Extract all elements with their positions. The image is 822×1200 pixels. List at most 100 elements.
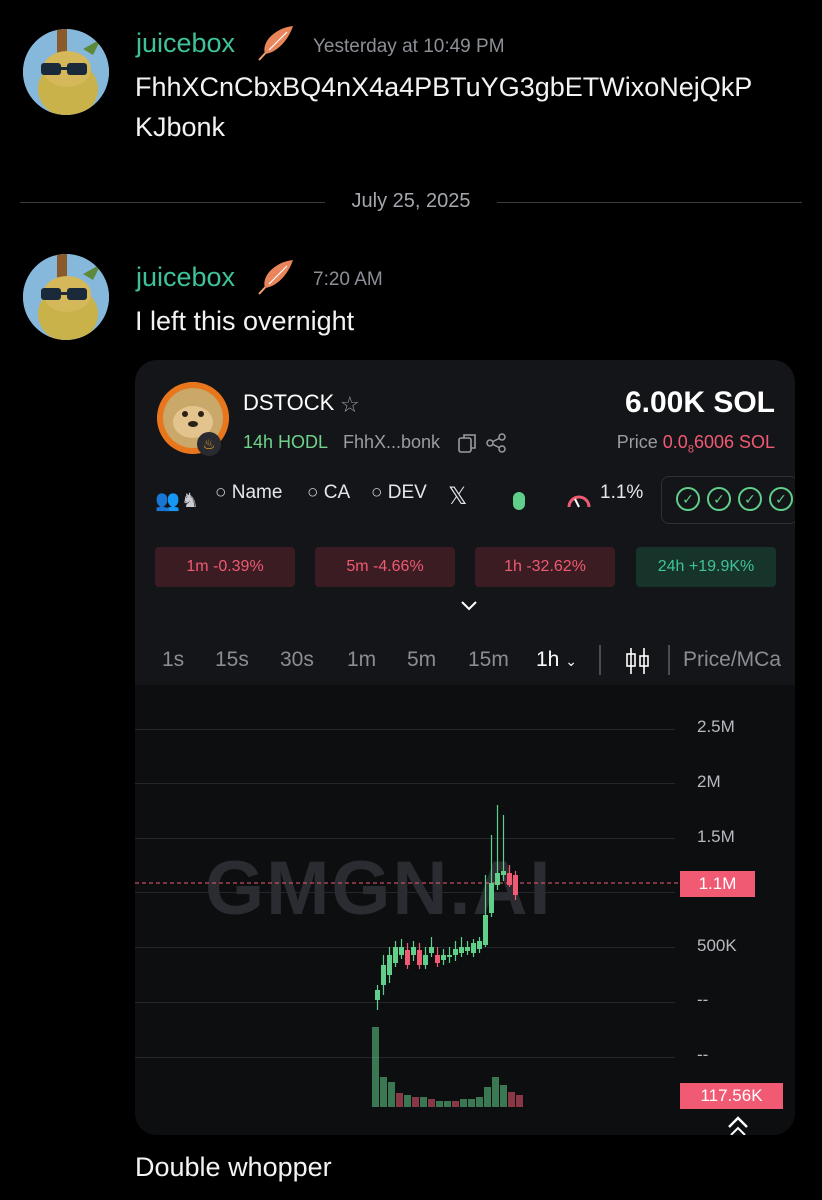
candle — [447, 955, 452, 957]
change-1m[interactable]: 1m -0.39% — [155, 547, 295, 587]
chevron-down-icon: ⌄ — [565, 653, 577, 669]
price-mcap-toggle[interactable]: Price/MCa — [683, 648, 781, 672]
username[interactable]: juicebox — [136, 28, 235, 59]
candle — [417, 950, 422, 965]
search-dev-link[interactable]: ○ DEV — [371, 482, 427, 518]
flame-badge-icon: ♨ — [197, 432, 221, 456]
price-chart[interactable]: GMGN.AI 2.5M 2M 1.5M 1M 500K -- -- 1.1M … — [135, 685, 795, 1135]
token-card-image[interactable]: ♨ DSTOCK ☆ 14h HODL FhhX...bonk 6.00K SO… — [135, 360, 795, 1135]
volume-bar — [452, 1101, 459, 1107]
volume-bar — [420, 1097, 427, 1107]
user-avatar[interactable] — [23, 254, 109, 340]
candle — [477, 941, 482, 949]
tf-1s[interactable]: 1s — [162, 648, 184, 672]
token-price: Price 0.086006 SOL — [617, 432, 775, 456]
message-caption: Double whopper — [135, 1152, 332, 1182]
security-checks[interactable]: ✓ ✓ ✓ ✓ — [661, 476, 795, 524]
candle — [405, 950, 410, 965]
date-divider: July 25, 2025 — [351, 190, 471, 212]
candle — [459, 947, 464, 953]
star-icon[interactable]: ☆ — [340, 392, 360, 418]
message-text-line: FhhXCnCbxBQ4nX4a4PBTuYG3gbETWixoNejQkP — [135, 72, 753, 102]
tf-1h-label: 1h — [536, 648, 560, 671]
search-name-link[interactable]: ○ Name — [215, 482, 282, 518]
contract-address[interactable]: FhhX...bonk — [343, 432, 440, 453]
volume-bar — [516, 1095, 523, 1107]
candle — [483, 915, 488, 945]
volume-bar — [380, 1077, 387, 1107]
volume-tag: 117.56K — [680, 1083, 783, 1109]
toggle-label: Price/MCa — [683, 648, 782, 671]
feather-icon — [255, 24, 297, 62]
tf-5m[interactable]: 5m — [407, 648, 436, 672]
copy-icon[interactable] — [457, 432, 479, 454]
feather-icon — [255, 258, 297, 296]
tf-15m[interactable]: 15m — [468, 648, 509, 672]
candles-svg — [135, 805, 680, 1107]
ghost-icon[interactable]: ♞ — [181, 488, 199, 513]
share-icon[interactable] — [485, 432, 507, 454]
tf-30s[interactable]: 30s — [280, 648, 314, 672]
change-1h[interactable]: 1h -32.62% — [475, 547, 615, 587]
divider-line — [497, 202, 802, 203]
candlestick-icon[interactable] — [623, 646, 653, 676]
chevron-down-icon[interactable] — [457, 598, 481, 614]
message-text: I left this overnight — [135, 306, 355, 336]
candle — [453, 949, 458, 955]
candle — [465, 947, 470, 951]
volume-bar — [428, 1099, 435, 1107]
volume-bar — [492, 1077, 499, 1107]
price-value: 0.086006 SOL — [662, 432, 775, 456]
volume-bar — [460, 1099, 467, 1107]
tf-1h[interactable]: 1h ⌄ — [536, 648, 577, 672]
tf-1m[interactable]: 1m — [347, 648, 376, 672]
candle — [471, 943, 476, 953]
check-icon: ✓ — [676, 487, 700, 511]
volume-bar — [500, 1085, 507, 1107]
username[interactable]: juicebox — [136, 262, 235, 293]
current-price-tag: 1.1M — [680, 871, 755, 897]
volume-bar — [468, 1099, 475, 1107]
holders-percent: 1.1% — [600, 482, 644, 503]
message-text-line: KJbonk — [135, 112, 226, 142]
user-avatar[interactable] — [23, 29, 109, 115]
x-icon[interactable]: 𝕏 — [448, 482, 467, 518]
tf-15s[interactable]: 15s — [215, 648, 249, 672]
volume-bar — [388, 1082, 395, 1107]
volume-bar — [484, 1087, 491, 1107]
holders-icon[interactable]: 👥 — [155, 488, 180, 513]
candle — [489, 883, 494, 913]
divider-line — [20, 202, 325, 203]
search-ca-label: CA — [323, 482, 351, 503]
volume-bar — [476, 1097, 483, 1107]
candle — [381, 965, 386, 985]
candle — [429, 947, 434, 953]
toolbar-divider — [668, 645, 670, 675]
candle — [507, 873, 512, 885]
status-dot-icon — [513, 492, 525, 510]
change-24h[interactable]: 24h +19.9K% — [636, 547, 776, 587]
volume-bar — [508, 1092, 515, 1107]
volume-bar — [396, 1093, 403, 1107]
gauge-icon — [566, 489, 592, 511]
candle — [513, 875, 518, 895]
check-icon: ✓ — [707, 487, 731, 511]
search-ca-link[interactable]: ○ CA — [307, 482, 350, 518]
hodl-duration: 14h HODL — [243, 432, 329, 452]
candle — [441, 955, 446, 960]
candle — [501, 871, 506, 875]
candle — [399, 947, 404, 955]
candle — [387, 955, 392, 975]
message-timestamp: Yesterday at 10:49 PM — [313, 36, 505, 57]
candle — [495, 873, 500, 885]
candle — [435, 955, 440, 963]
volume-bar — [372, 1027, 379, 1107]
scroll-up-icon[interactable] — [725, 1113, 751, 1135]
search-dev-label: DEV — [387, 482, 427, 503]
change-5m[interactable]: 5m -4.66% — [315, 547, 455, 587]
candle — [423, 955, 428, 965]
message-timestamp: 7:20 AM — [313, 269, 383, 290]
volume-bar — [404, 1095, 411, 1107]
search-name-label: Name — [231, 482, 283, 503]
market-cap: 6.00K SOL — [624, 386, 775, 419]
